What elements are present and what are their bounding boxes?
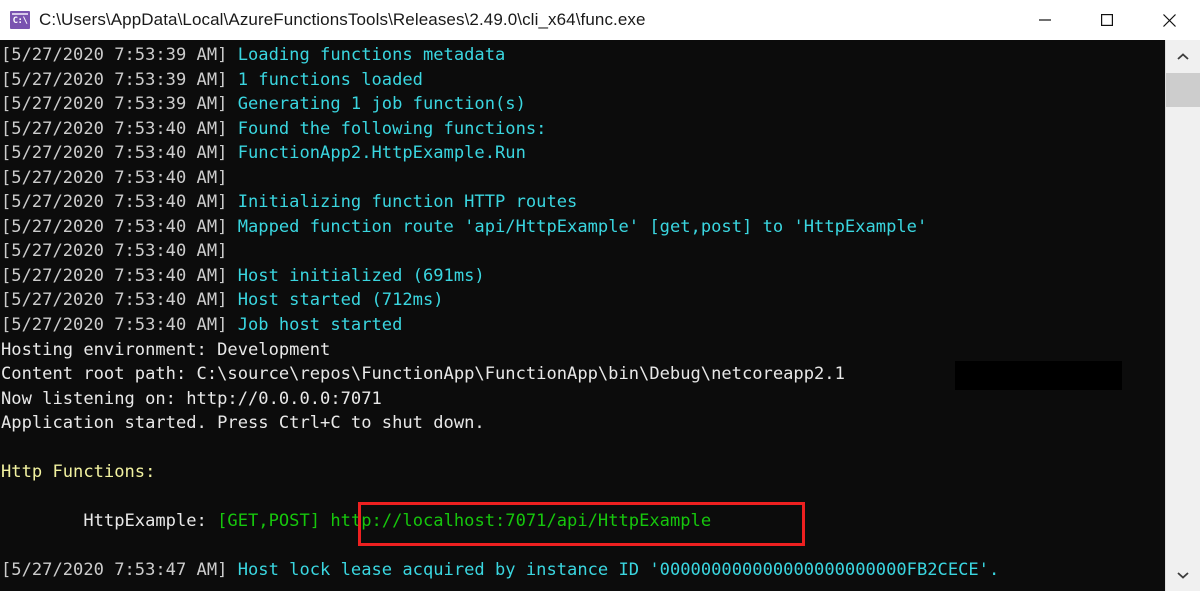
log-message: Http Functions: (1, 462, 156, 483)
window-controls (1014, 0, 1200, 40)
console-window: C:\ C:\Users\AppData\Local\AzureFunction… (0, 0, 1200, 591)
log-message: Content root path: C:\source\repos\Funct… (1, 364, 845, 385)
terminal-line (1, 436, 1165, 461)
close-button[interactable] (1138, 0, 1200, 40)
log-timestamp: [5/27/2020 7:53:40 AM] (1, 241, 228, 262)
chevron-up-icon (1177, 52, 1189, 60)
log-timestamp: [5/27/2020 7:53:40 AM] (1, 167, 228, 188)
terminal-line: Application started. Press Ctrl+C to shu… (1, 411, 1165, 436)
log-message: Host initialized (691ms) (227, 265, 485, 286)
log-message: Loading functions metadata (227, 45, 506, 65)
terminal-line: [5/27/2020 7:53:40 AM] Initializing func… (1, 190, 1165, 215)
close-icon (1162, 13, 1176, 27)
terminal-line: [5/27/2020 7:53:39 AM] Loading functions… (1, 43, 1165, 68)
vertical-scrollbar[interactable] (1165, 40, 1200, 591)
console-cmd-icon: C:\ (10, 11, 30, 29)
log-timestamp: [5/27/2020 7:53:39 AM] (1, 94, 228, 115)
entry-space-2 (320, 511, 330, 531)
terminal-text: [5/27/2020 7:53:39 AM] Loading functions… (0, 40, 1165, 591)
log-timestamp: [5/27/2020 7:53:40 AM] (1, 265, 228, 286)
terminal-line: Http Functions: (1, 460, 1165, 485)
log-message: Host lock lease acquired by instance ID … (227, 560, 1000, 581)
minimize-button[interactable] (1014, 0, 1076, 40)
function-url-link[interactable]: http://localhost:7071/api/HttpExample (330, 511, 711, 531)
log-message: 1 functions loaded (227, 69, 423, 90)
log-message: FunctionApp2.HttpExample.Run (227, 143, 526, 164)
terminal-line: [5/27/2020 7:53:40 AM] Found the followi… (1, 117, 1165, 142)
maximize-button[interactable] (1076, 0, 1138, 40)
terminal-line: [5/27/2020 7:53:40 AM] Mapped function r… (1, 215, 1165, 240)
scroll-down-arrow[interactable] (1166, 558, 1200, 591)
function-name-label: HttpExample: (83, 511, 207, 532)
minimize-icon (1039, 19, 1051, 21)
redaction-block (955, 361, 1122, 390)
log-timestamp: [5/27/2020 7:53:40 AM] (1, 216, 228, 237)
window-title: C:\Users\AppData\Local\AzureFunctionsToo… (39, 10, 646, 29)
maximize-icon (1101, 14, 1113, 26)
log-timestamp: [5/27/2020 7:53:39 AM] (1, 45, 228, 65)
log-message: Now listening on: http://0.0.0.0:7071 (1, 388, 382, 409)
terminal-line: [5/27/2020 7:53:40 AM] Job host started (1, 313, 1165, 338)
terminal-line: [5/27/2020 7:53:40 AM] (1, 239, 1165, 264)
log-message (227, 241, 237, 261)
terminal-line: [5/27/2020 7:53:39 AM] 1 functions loade… (1, 68, 1165, 93)
log-message: Generating 1 job function(s) (227, 94, 526, 115)
terminal-line: Now listening on: http://0.0.0.0:7071 (1, 387, 1165, 412)
terminal-output-area[interactable]: [5/27/2020 7:53:39 AM] Loading functions… (0, 40, 1200, 591)
log-message: Job host started (227, 315, 403, 336)
log-timestamp: [5/27/2020 7:53:40 AM] (1, 143, 228, 164)
http-methods-label: [GET,POST] (217, 511, 321, 532)
http-function-entry: HttpExample: [GET,POST] http://localhost… (1, 509, 1165, 534)
terminal-line: [5/27/2020 7:53:47 AM] Host lock lease a… (1, 558, 1165, 583)
log-message: Found the following functions: (227, 118, 547, 139)
title-bar: C:\ C:\Users\AppData\Local\AzureFunction… (0, 0, 1200, 40)
scrollbar-thumb[interactable] (1166, 73, 1200, 107)
chevron-down-icon (1177, 571, 1189, 579)
log-timestamp: [5/27/2020 7:53:39 AM] (1, 69, 228, 90)
entry-indent (1, 511, 83, 531)
log-timestamp: [5/27/2020 7:53:47 AM] (1, 560, 228, 581)
log-message: Hosting environment: Development (1, 339, 331, 360)
log-message: Mapped function route 'api/HttpExample' … (227, 216, 928, 237)
console-cmd-icon-label: C:\ (12, 16, 28, 26)
terminal-line: [5/27/2020 7:53:40 AM] (1, 166, 1165, 191)
entry-space-1 (207, 511, 217, 531)
scroll-up-arrow[interactable] (1166, 40, 1200, 73)
scrollbar-track[interactable] (1166, 73, 1200, 558)
log-message: Application started. Press Ctrl+C to shu… (1, 413, 485, 434)
terminal-line: [5/27/2020 7:53:40 AM] Host initialized … (1, 264, 1165, 289)
terminal-line: [5/27/2020 7:53:40 AM] FunctionApp2.Http… (1, 141, 1165, 166)
terminal-line: Hosting environment: Development (1, 338, 1165, 363)
log-message: Initializing function HTTP routes (227, 192, 578, 213)
terminal-line (1, 485, 1165, 510)
log-message: Host started (712ms) (227, 290, 444, 311)
log-timestamp: [5/27/2020 7:53:40 AM] (1, 118, 228, 139)
log-message (1, 536, 11, 556)
log-message (1, 438, 11, 458)
terminal-line (1, 534, 1165, 559)
log-timestamp: [5/27/2020 7:53:40 AM] (1, 315, 228, 336)
log-timestamp: [5/27/2020 7:53:40 AM] (1, 192, 228, 213)
log-timestamp: [5/27/2020 7:53:40 AM] (1, 290, 228, 311)
terminal-line: [5/27/2020 7:53:39 AM] Generating 1 job … (1, 92, 1165, 117)
terminal-line: [5/27/2020 7:53:40 AM] Host started (712… (1, 288, 1165, 313)
log-message (227, 168, 237, 188)
log-message (1, 487, 11, 507)
